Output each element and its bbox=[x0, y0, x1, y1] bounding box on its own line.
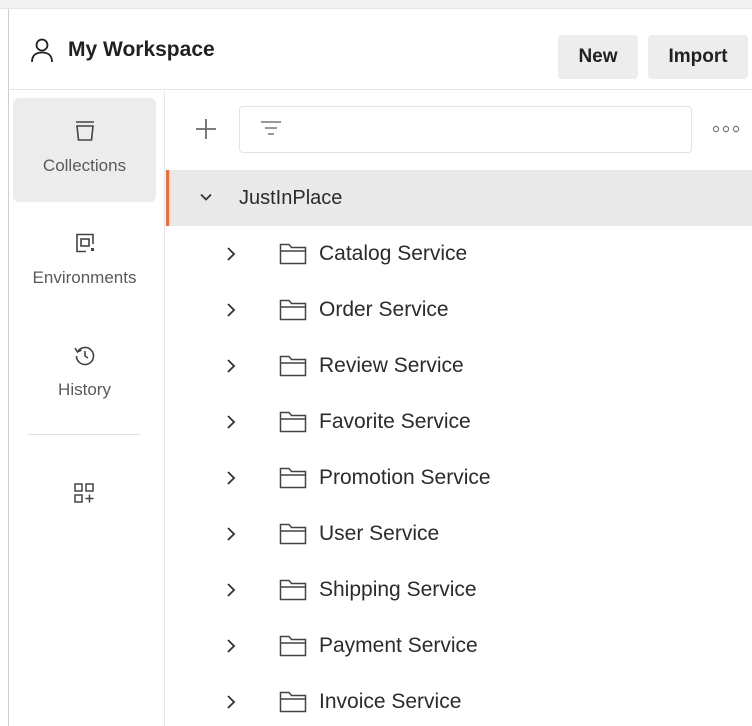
folder-row[interactable]: Shipping Service bbox=[166, 562, 752, 618]
chevron-right-icon[interactable] bbox=[224, 694, 238, 715]
folder-icon bbox=[279, 299, 307, 326]
collection-name: JustInPlace bbox=[239, 186, 343, 209]
folder-row[interactable]: Promotion Service bbox=[166, 450, 752, 506]
window-left-edge bbox=[0, 9, 9, 726]
workspace-header: My Workspace New Import bbox=[10, 10, 752, 90]
folder-icon bbox=[279, 243, 307, 270]
folder-row[interactable]: Order Service bbox=[166, 282, 752, 338]
folder-row[interactable]: Catalog Service bbox=[166, 226, 752, 282]
sidebar-item-environments[interactable]: Environments bbox=[13, 210, 156, 314]
folder-row[interactable]: Invoice Service bbox=[166, 674, 752, 726]
add-apps-icon[interactable] bbox=[66, 475, 102, 511]
folder-name: Shipping Service bbox=[319, 578, 477, 601]
sidebar-item-history[interactable]: History bbox=[13, 322, 156, 426]
chevron-right-icon[interactable] bbox=[224, 414, 238, 435]
collection-tree: JustInPlace Catalog Service Order Servic… bbox=[166, 170, 752, 726]
folder-name: Invoice Service bbox=[319, 690, 462, 713]
sidebar-item-label: Collections bbox=[42, 156, 127, 175]
folder-row[interactable]: User Service bbox=[166, 506, 752, 562]
folder-row[interactable]: Payment Service bbox=[166, 618, 752, 674]
history-icon bbox=[73, 340, 97, 370]
folder-name: Order Service bbox=[319, 298, 449, 321]
sidebar-divider bbox=[28, 434, 140, 435]
folder-icon bbox=[279, 355, 307, 382]
chevron-right-icon[interactable] bbox=[224, 358, 238, 379]
environments-icon bbox=[73, 228, 97, 258]
folder-icon bbox=[279, 579, 307, 606]
sidebar-item-label: History bbox=[58, 380, 111, 399]
chevron-right-icon[interactable] bbox=[224, 246, 238, 267]
chevron-right-icon[interactable] bbox=[224, 526, 238, 547]
folder-row[interactable]: Review Service bbox=[166, 338, 752, 394]
user-icon bbox=[30, 37, 54, 63]
sidebar-item-label: Environments bbox=[32, 268, 137, 287]
new-button[interactable]: New bbox=[558, 35, 638, 79]
chevron-right-icon[interactable] bbox=[224, 582, 238, 603]
collections-icon bbox=[73, 116, 97, 146]
folder-icon bbox=[279, 523, 307, 550]
sidebar-item-collections[interactable]: Collections bbox=[13, 98, 156, 202]
folder-icon bbox=[279, 635, 307, 662]
search-input[interactable] bbox=[296, 113, 676, 147]
collections-panel: JustInPlace Catalog Service Order Servic… bbox=[166, 91, 752, 726]
folder-name: Payment Service bbox=[319, 634, 478, 657]
folder-icon bbox=[279, 467, 307, 494]
workspace-name: My Workspace bbox=[68, 38, 215, 61]
collection-row[interactable]: JustInPlace bbox=[166, 170, 752, 226]
folder-name: Promotion Service bbox=[319, 466, 491, 489]
more-options-icon[interactable] bbox=[706, 115, 746, 143]
workspace-title[interactable]: My Workspace bbox=[30, 35, 215, 65]
sidebar: Collections Environments History bbox=[10, 91, 165, 726]
chevron-right-icon[interactable] bbox=[224, 638, 238, 659]
folder-name: User Service bbox=[319, 522, 440, 545]
window-top-bar bbox=[0, 0, 752, 9]
chevron-right-icon[interactable] bbox=[224, 470, 238, 491]
add-collection-button[interactable] bbox=[190, 113, 222, 145]
search-box[interactable] bbox=[239, 106, 692, 153]
folder-icon bbox=[279, 691, 307, 718]
import-button[interactable]: Import bbox=[648, 35, 748, 79]
folder-name: Review Service bbox=[319, 354, 464, 377]
chevron-right-icon[interactable] bbox=[224, 302, 238, 323]
folder-name: Catalog Service bbox=[319, 242, 468, 265]
chevron-down-icon[interactable] bbox=[199, 190, 213, 209]
filter-icon bbox=[260, 119, 282, 144]
folder-row[interactable]: Favorite Service bbox=[166, 394, 752, 450]
folder-name: Favorite Service bbox=[319, 410, 471, 433]
folder-icon bbox=[279, 411, 307, 438]
